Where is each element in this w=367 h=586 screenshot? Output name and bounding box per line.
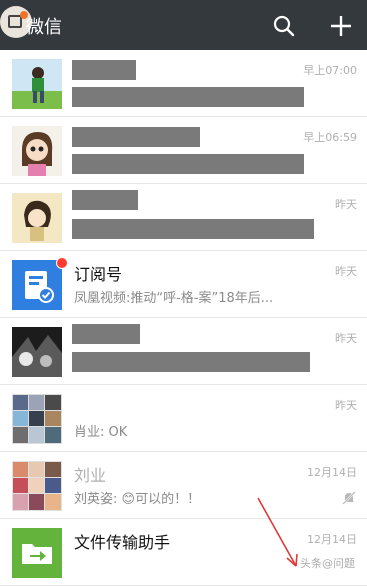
redacted-message <box>72 154 304 174</box>
redacted-name <box>72 324 140 344</box>
redacted-name <box>72 60 136 80</box>
chat-row[interactable]: 早上07:00 <box>0 50 367 117</box>
avatar <box>12 193 62 243</box>
chat-time: 12月14日 <box>307 466 357 479</box>
chat-message: 凤凰视频:推动“呼-格-案”18年后... <box>74 291 274 306</box>
avatar <box>12 59 62 109</box>
chat-list: 早上07:00 早上06:59 昨天 订阅号 凤凰视频:推动“呼-格-案”18年… <box>0 50 367 586</box>
redacted-name <box>72 190 138 210</box>
avatar <box>12 327 62 377</box>
redacted-message <box>72 352 310 372</box>
chat-row[interactable]: 早上06:59 <box>0 117 367 184</box>
redacted-name <box>72 127 200 147</box>
chat-time: 昨天 <box>335 332 357 345</box>
chat-time: 昨天 <box>335 399 357 412</box>
chat-row[interactable]: 昨天 <box>0 318 367 385</box>
unread-dot <box>56 257 68 269</box>
redacted-message <box>72 219 314 239</box>
mute-bell-icon <box>342 491 356 505</box>
watermark: 头条@问题 <box>300 557 355 570</box>
top-bar: 微信 <box>0 0 367 50</box>
chat-time: 昨天 <box>335 198 357 211</box>
chat-time: 12月14日 <box>307 533 357 546</box>
chat-row[interactable]: 订阅号 凤凰视频:推动“呼-格-案”18年后... 昨天 <box>0 251 367 318</box>
chat-row[interactable]: 刘业 刘英姿: 😊可以的！！ 12月14日 <box>0 452 367 519</box>
redacted-message <box>72 87 304 107</box>
chat-title: 订阅号 <box>74 265 123 284</box>
file-transfer-icon <box>12 528 62 578</box>
page-title: 微信 <box>26 17 62 38</box>
chat-time: 早上07:00 <box>303 64 357 77</box>
chat-title: 文件传输助手 <box>74 533 171 552</box>
search-icon[interactable] <box>272 14 296 38</box>
chat-row[interactable]: 昨天 <box>0 184 367 251</box>
avatar <box>12 126 62 176</box>
chat-title: 刘业 <box>74 466 107 485</box>
chat-time: 早上06:59 <box>303 131 357 144</box>
chat-message: 刘英姿: 😊可以的！！ <box>74 492 201 507</box>
chat-time: 昨天 <box>335 265 357 278</box>
chat-message: 肖业: OK <box>74 425 128 440</box>
subscription-icon <box>12 260 62 310</box>
group-avatar <box>12 461 62 511</box>
group-avatar <box>12 394 62 444</box>
chat-row[interactable]: 昨天 肖业: OK <box>0 385 367 452</box>
add-icon[interactable] <box>329 14 353 38</box>
